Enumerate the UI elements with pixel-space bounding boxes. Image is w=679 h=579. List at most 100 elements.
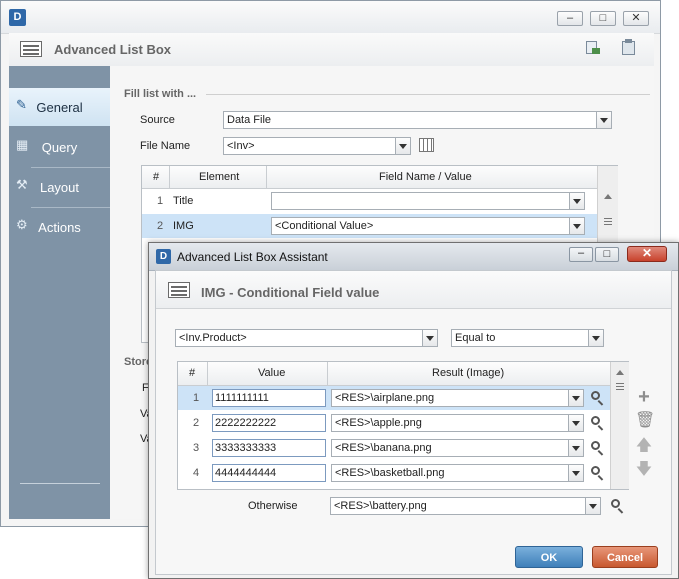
otherwise-label: Otherwise bbox=[248, 500, 298, 512]
sidebar: ✎ General ▦ Query ⚒ Layout ⚙ Actions bbox=[9, 66, 110, 519]
column-header-number: # bbox=[189, 367, 195, 379]
app-logo-icon: D bbox=[9, 9, 26, 26]
section-divider bbox=[206, 94, 650, 95]
close-icon: ✕ bbox=[642, 246, 652, 260]
table-row[interactable]: 4 4444444444 <RES>\basketball.png bbox=[178, 461, 610, 485]
source-select[interactable]: Data File bbox=[223, 111, 612, 129]
value-input[interactable]: 4444444444 bbox=[212, 464, 326, 482]
table-row[interactable]: 3 3333333333 <RES>\banana.png bbox=[178, 436, 610, 460]
grid-header: # Element Field Name / Value bbox=[142, 166, 597, 189]
result-value: <RES>\banana.png bbox=[335, 442, 432, 454]
field-value-select[interactable]: <Conditional Value> bbox=[271, 217, 585, 235]
nav-item-label: Query bbox=[9, 140, 110, 155]
dialog-minimize-button[interactable]: – bbox=[569, 247, 593, 262]
minimize-button[interactable]: – bbox=[557, 11, 583, 26]
row-number: 1 bbox=[157, 195, 163, 207]
page-title: Advanced List Box bbox=[54, 42, 171, 57]
grid-scrollbar[interactable] bbox=[610, 362, 629, 489]
search-icon[interactable] bbox=[588, 439, 606, 457]
list-box-icon bbox=[168, 282, 190, 298]
field-value: <Conditional Value> bbox=[275, 220, 373, 232]
dialog-close-button[interactable]: ✕ bbox=[627, 246, 667, 262]
chevron-down-icon[interactable] bbox=[568, 465, 583, 481]
export-icon[interactable] bbox=[584, 40, 600, 56]
result-select[interactable]: <RES>\basketball.png bbox=[331, 464, 584, 482]
scroll-thumb[interactable] bbox=[616, 383, 624, 390]
search-icon[interactable] bbox=[608, 497, 626, 515]
search-icon[interactable] bbox=[588, 464, 606, 482]
chevron-down-icon[interactable] bbox=[395, 138, 410, 154]
conditions-grid: # Value Result (Image) 1 1111111111 <RES… bbox=[177, 361, 629, 490]
column-header-element: Element bbox=[199, 171, 239, 183]
value-input[interactable]: 3333333333 bbox=[212, 439, 326, 457]
ok-button[interactable]: OK bbox=[515, 546, 583, 568]
restore-button[interactable]: □ bbox=[590, 11, 616, 26]
clipboard-icon[interactable] bbox=[621, 39, 637, 56]
delete-row-icon[interactable]: 🗑 bbox=[635, 412, 653, 430]
source-label: Source bbox=[140, 114, 175, 126]
search-icon[interactable] bbox=[588, 414, 606, 432]
row-number: 4 bbox=[193, 467, 199, 479]
nav-item-general[interactable]: ✎ General bbox=[9, 88, 110, 126]
title-bar: D – □ ✕ bbox=[1, 1, 660, 34]
table-row[interactable]: 2 IMG <Conditional Value> bbox=[142, 214, 597, 238]
assistant-dialog: D Advanced List Box Assistant – □ ✕ IMG … bbox=[148, 242, 679, 579]
chevron-down-icon[interactable] bbox=[422, 330, 437, 346]
column-header-field: Field Name / Value bbox=[379, 171, 472, 183]
nav-item-query[interactable]: ▦ Query bbox=[9, 128, 110, 166]
file-name-select[interactable]: <Inv> bbox=[223, 137, 411, 155]
result-select[interactable]: <RES>\banana.png bbox=[331, 439, 584, 457]
chevron-down-icon[interactable] bbox=[568, 390, 583, 406]
close-button[interactable]: ✕ bbox=[623, 11, 649, 26]
otherwise-select[interactable]: <RES>\battery.png bbox=[330, 497, 601, 515]
scroll-up-icon[interactable] bbox=[616, 370, 624, 375]
value-input[interactable]: 2222222222 bbox=[212, 414, 326, 432]
table-row[interactable]: 1 Title bbox=[142, 189, 597, 213]
row-number: 1 bbox=[193, 392, 199, 404]
value-input[interactable]: 1111111111 bbox=[212, 389, 326, 407]
row-number: 3 bbox=[193, 442, 199, 454]
chevron-down-icon[interactable] bbox=[588, 330, 603, 346]
column-header-value: Value bbox=[258, 367, 285, 379]
dialog-body: IMG - Conditional Field value <Inv.Produ… bbox=[155, 270, 672, 575]
field-select-value: <Inv.Product> bbox=[179, 332, 247, 344]
chevron-down-icon[interactable] bbox=[569, 193, 584, 209]
search-icon[interactable] bbox=[588, 389, 606, 407]
table-row[interactable]: 1 1111111111 <RES>\airplane.png bbox=[178, 386, 610, 410]
dialog-title-bar: D Advanced List Box Assistant – □ ✕ bbox=[149, 243, 678, 271]
dialog-restore-button[interactable]: □ bbox=[595, 247, 619, 262]
chevron-down-icon[interactable] bbox=[569, 218, 584, 234]
row-element: Title bbox=[173, 195, 193, 207]
chevron-down-icon[interactable] bbox=[585, 498, 600, 514]
window-header: Advanced List Box bbox=[9, 33, 654, 67]
minimize-icon: – bbox=[578, 247, 584, 259]
table-row[interactable]: 2 2222222222 <RES>\apple.png bbox=[178, 411, 610, 435]
dialog-title: Advanced List Box Assistant bbox=[177, 250, 328, 264]
chevron-down-icon[interactable] bbox=[568, 440, 583, 456]
cancel-button[interactable]: Cancel bbox=[592, 546, 658, 568]
scroll-up-icon[interactable] bbox=[604, 194, 612, 199]
minimize-icon: – bbox=[567, 12, 573, 24]
result-value: <RES>\basketball.png bbox=[335, 467, 444, 479]
nav-item-layout[interactable]: ⚒ Layout bbox=[9, 168, 110, 206]
add-row-icon[interactable]: + bbox=[635, 388, 653, 406]
chevron-down-icon[interactable] bbox=[596, 112, 611, 128]
nav-item-label: Actions bbox=[9, 220, 110, 235]
field-value-select[interactable] bbox=[271, 192, 585, 210]
chevron-down-icon[interactable] bbox=[568, 415, 583, 431]
dialog-header: IMG - Conditional Field value bbox=[156, 271, 671, 309]
result-select[interactable]: <RES>\airplane.png bbox=[331, 389, 584, 407]
operator-select[interactable]: Equal to bbox=[451, 329, 604, 347]
move-down-icon[interactable]: 🡇 bbox=[635, 461, 653, 479]
field-select[interactable]: <Inv.Product> bbox=[175, 329, 438, 347]
column-header-result: Result (Image) bbox=[432, 367, 504, 379]
scroll-thumb[interactable] bbox=[604, 218, 612, 225]
nav-item-actions[interactable]: ⚙ Actions bbox=[9, 208, 110, 246]
row-number: 2 bbox=[157, 220, 163, 232]
move-up-icon[interactable]: 🡅 bbox=[635, 437, 653, 455]
sidebar-divider bbox=[20, 483, 100, 484]
file-name-value: <Inv> bbox=[227, 140, 255, 152]
table-icon[interactable] bbox=[419, 138, 434, 152]
result-select[interactable]: <RES>\apple.png bbox=[331, 414, 584, 432]
restore-icon: □ bbox=[600, 12, 607, 24]
